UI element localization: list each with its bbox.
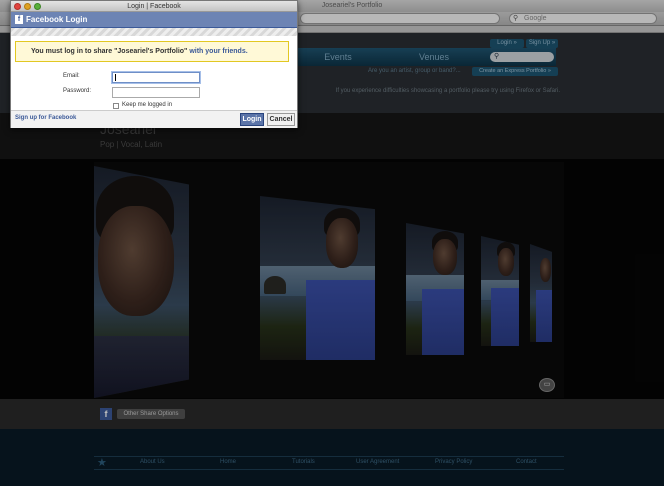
password-label: Password: <box>63 88 92 94</box>
keep-logged-in-label: Keep me logged in <box>122 102 173 108</box>
notice-text: You must log in to share "Joseariel's Po… <box>31 48 188 55</box>
cancel-button[interactable]: Cancel <box>267 113 295 126</box>
text-caret <box>115 74 116 81</box>
facebook-header: f Facebook Login <box>11 12 297 28</box>
decorative-stripe <box>11 28 297 36</box>
notice-link[interactable]: with your friends. <box>189 48 247 55</box>
facebook-header-title: Facebook Login <box>26 15 88 24</box>
email-label: Email: <box>63 73 80 79</box>
facebook-login-popup: Login | Facebook f Facebook Login You mu… <box>10 0 298 128</box>
login-button[interactable]: Login <box>240 113 264 126</box>
zoom-window-icon[interactable] <box>34 3 41 10</box>
signup-link[interactable]: Sign up for Facebook <box>15 115 76 121</box>
email-field[interactable] <box>111 71 201 84</box>
close-window-icon[interactable] <box>14 3 21 10</box>
facebook-logo-icon: f <box>15 15 23 24</box>
keep-logged-in-checkbox[interactable] <box>113 103 119 109</box>
login-notice: You must log in to share "Joseariel's Po… <box>15 41 289 62</box>
minimize-window-icon[interactable] <box>24 3 31 10</box>
popup-window-title: Login | Facebook <box>11 1 297 12</box>
password-field[interactable] <box>112 87 200 98</box>
